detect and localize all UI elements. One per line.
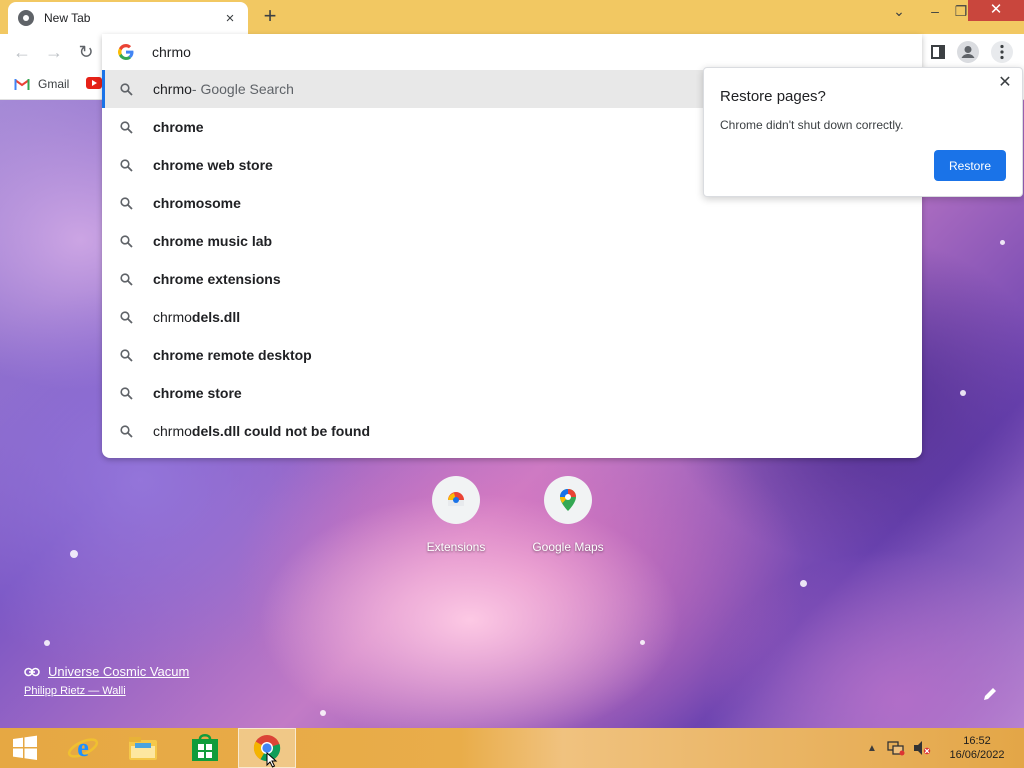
suggestion-completion: dels.dll could not be found (191, 423, 371, 439)
close-window-button[interactable]: ✕ (968, 0, 1024, 21)
bookmark-youtube[interactable] (86, 77, 102, 89)
search-icon (118, 347, 134, 363)
search-icon (118, 385, 134, 401)
shortcut-google-maps[interactable]: Google Maps (518, 476, 618, 554)
customize-pencil-icon[interactable] (982, 686, 1002, 706)
suggestion-completion: chrome store (153, 385, 242, 401)
suggestion-item[interactable]: chrome extensions (102, 260, 922, 298)
system-clock[interactable]: 16:52 16/06/2022 (938, 734, 1016, 762)
shortcut-extensions[interactable]: Extensions (406, 476, 506, 554)
suggestion-completion: chrome (153, 119, 204, 135)
shortcut-label: Extensions (426, 540, 486, 554)
google-g-icon (118, 44, 134, 60)
bookmark-label: Gmail (38, 77, 70, 91)
search-icon (118, 157, 134, 173)
attribution-link[interactable]: Universe Cosmic Vacum (24, 664, 189, 679)
internet-explorer-icon[interactable]: e (54, 728, 112, 768)
search-icon (118, 119, 134, 135)
gmail-icon (14, 79, 30, 90)
suggestion-item[interactable]: chrmo dels.dll (102, 298, 922, 336)
google-maps-icon (544, 476, 592, 524)
new-tab-button[interactable]: + (258, 4, 282, 28)
tab-close-icon[interactable]: × (222, 10, 238, 27)
suggestion-completion: dels.dll (191, 309, 241, 325)
link-icon (24, 667, 40, 676)
suggestion-completion: chrome extensions (153, 271, 281, 287)
suggestion-completion: chromosome (153, 195, 241, 211)
suggestion-typed-text: chrmo (153, 81, 192, 97)
forward-arrow-icon[interactable]: → (42, 40, 66, 64)
suggestion-completion: chrome web store (153, 157, 273, 173)
suggestion-completion: chrome music lab (153, 233, 273, 249)
search-icon (118, 423, 134, 439)
shortcut-label: Google Maps (532, 540, 604, 554)
clock-date: 16/06/2022 (949, 749, 1005, 761)
suggestion-completion: chrome remote desktop (153, 347, 312, 363)
tab-new-tab[interactable]: New Tab × (8, 2, 248, 34)
search-icon (118, 309, 134, 325)
reload-icon[interactable]: ↻ (74, 40, 98, 64)
dialog-title: Restore pages? (720, 88, 826, 105)
suggestion-item[interactable]: chrome remote desktop (102, 336, 922, 374)
windows-start-icon[interactable] (0, 728, 50, 768)
tab-search-chevron-icon[interactable]: ⌄ (882, 0, 916, 24)
restore-button[interactable]: Restore (934, 150, 1006, 181)
chrome-web-store-icon (432, 476, 480, 524)
omnibox (102, 34, 922, 70)
tab-title: New Tab (44, 11, 91, 25)
volume-muted-icon[interactable] (912, 728, 932, 768)
background-attribution: Universe Cosmic Vacum Philipp Rietz — Wa… (24, 664, 189, 697)
back-arrow-icon[interactable]: ← (10, 40, 34, 64)
svg-text:e: e (77, 733, 89, 762)
tab-strip: New Tab × + ⌄ – ❐ ✕ (0, 0, 1024, 34)
search-icon (118, 233, 134, 249)
profile-avatar-icon[interactable] (956, 40, 980, 64)
restore-pages-dialog: Restore pages? Chrome didn't shut down c… (703, 67, 1023, 197)
attribution-author[interactable]: Philipp Rietz — Walli (24, 685, 189, 697)
chrome-favicon-icon (18, 10, 34, 26)
attribution-title: Universe Cosmic Vacum (48, 664, 190, 679)
mouse-cursor-icon (266, 752, 278, 768)
clock-time: 16:52 (963, 735, 991, 747)
dialog-message: Chrome didn't shut down correctly. (720, 118, 904, 132)
suggestion-typed-text: chrmo (153, 309, 192, 325)
search-icon (118, 271, 134, 287)
side-panel-icon[interactable] (926, 40, 950, 64)
address-input[interactable] (152, 44, 752, 60)
close-icon[interactable]: ✕ (996, 74, 1014, 92)
windows-store-icon[interactable] (176, 728, 234, 768)
suggestion-item[interactable]: chrome music lab (102, 222, 922, 260)
suggestion-item[interactable]: chrome store (102, 374, 922, 412)
suggestion-typed-text: chrmo (153, 423, 192, 439)
search-icon (118, 81, 134, 97)
bookmark-gmail[interactable]: Gmail (14, 77, 69, 91)
more-menu-icon[interactable] (990, 40, 1014, 64)
file-explorer-icon[interactable] (114, 728, 172, 768)
youtube-icon (86, 77, 102, 89)
network-icon[interactable] (886, 728, 906, 768)
suggestion-item[interactable]: chrmo dels.dll could not be found (102, 412, 922, 450)
search-icon (118, 195, 134, 211)
tray-expand-chevron-icon[interactable]: ▲ (864, 728, 880, 768)
suggestion-description: - Google Search (191, 81, 294, 97)
windows-taskbar: e ▲ 16:52 16/06/2022 (0, 728, 1024, 768)
